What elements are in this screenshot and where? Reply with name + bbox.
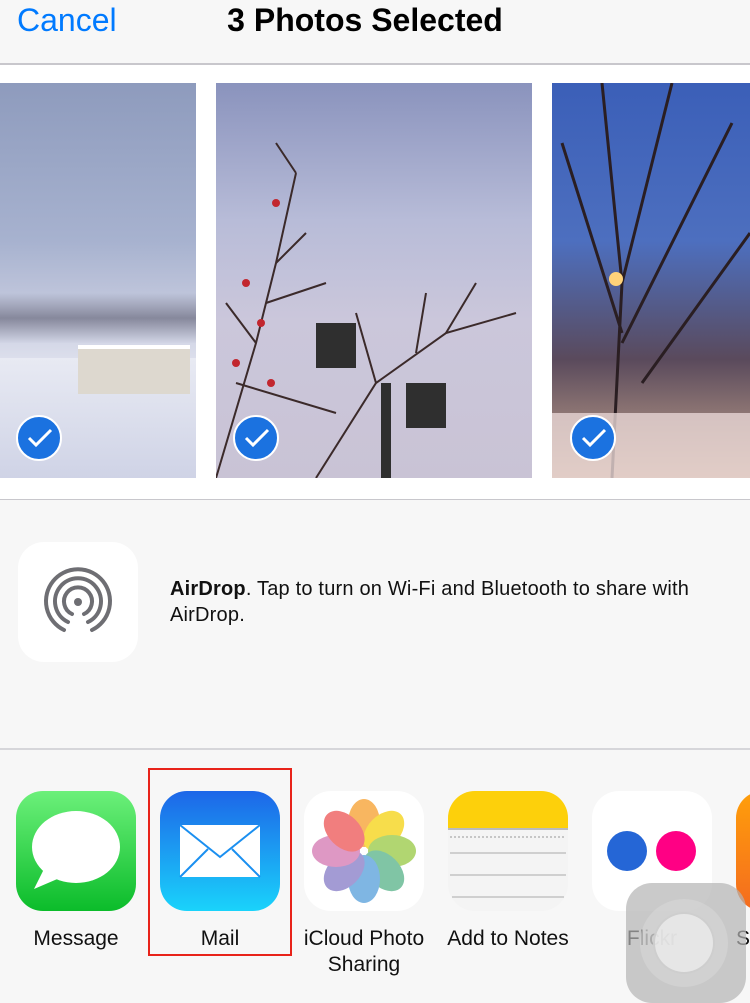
selected-check-icon[interactable] (570, 415, 616, 461)
selected-check-icon[interactable] (16, 415, 62, 461)
app-message[interactable]: Message (16, 791, 136, 950)
message-icon (16, 791, 136, 911)
photo-thumbnail[interactable] (216, 83, 532, 478)
app-mail[interactable]: Mail (160, 791, 280, 950)
app-add-to-notes[interactable]: Add to Notes (447, 791, 569, 950)
page-title: 3 Photos Selected (227, 2, 503, 38)
photo-strip[interactable] (0, 65, 750, 501)
notes-icon (448, 791, 568, 911)
assistive-touch-button[interactable] (626, 883, 746, 1003)
mail-icon (160, 791, 280, 911)
photo-thumbnail[interactable] (0, 83, 196, 478)
selected-check-icon[interactable] (233, 415, 279, 461)
airdrop-description: . Tap to turn on Wi-Fi and Bluetooth to … (170, 578, 690, 626)
airdrop-message: AirDrop. Tap to turn on Wi-Fi and Blueto… (170, 576, 730, 628)
airdrop-button[interactable] (18, 542, 138, 662)
airdrop-section: AirDrop. Tap to turn on Wi-Fi and Blueto… (0, 500, 750, 750)
airdrop-icon (44, 567, 112, 632)
photos-icon (304, 791, 424, 911)
photo-thumbnail[interactable] (552, 83, 750, 478)
assistive-touch-inner-ring (653, 912, 715, 974)
airdrop-title: AirDrop (170, 578, 246, 600)
nav-bar: Cancel 3 Photos Selected (0, 0, 750, 65)
treeline (0, 293, 196, 343)
barn (78, 345, 190, 394)
app-icloud-photo-sharing[interactable]: iCloud Photo Sharing (304, 791, 424, 976)
